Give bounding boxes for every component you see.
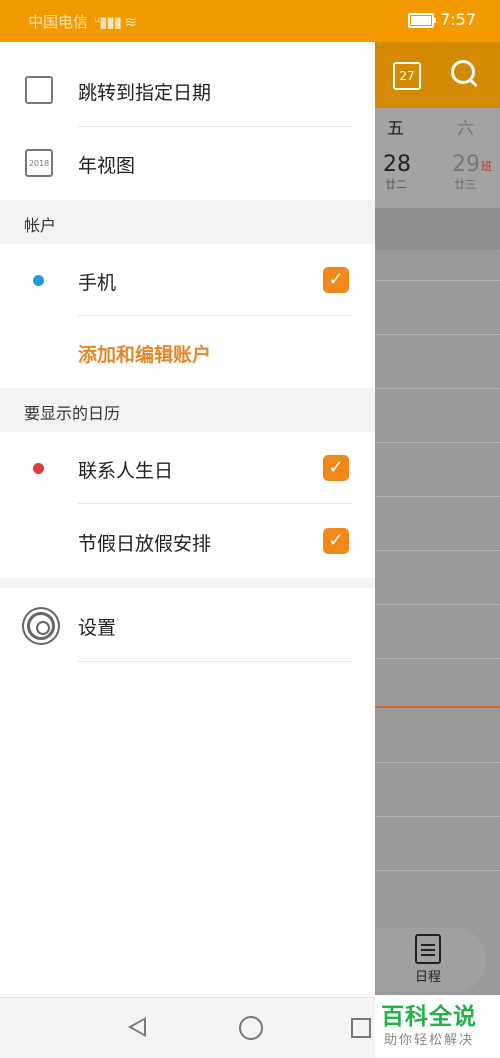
accounts-section-label: 帐户 xyxy=(24,216,57,235)
phone-account-label: 手机 xyxy=(78,272,117,294)
watermark: 百科全说 助你轻松解决 xyxy=(375,995,500,1057)
birthday-color-dot xyxy=(33,463,44,474)
status-right-area: 7:57 xyxy=(408,10,476,29)
jump-to-date-item[interactable]: 跳转到指定日期 xyxy=(0,52,375,126)
lunar-date: 廿三 xyxy=(454,178,476,191)
phone-account-item[interactable]: 手机 ✓ xyxy=(0,244,375,316)
calendars-section-label: 要显示的日历 xyxy=(24,404,121,423)
calendar-background[interactable]: 27 五 六 28 29 廿二 廿三 班 日程 xyxy=(375,42,500,997)
workday-badge: 班 xyxy=(481,160,492,173)
schedule-button[interactable]: 日程 xyxy=(375,928,487,992)
settings-item[interactable]: 设置 xyxy=(0,588,375,660)
lunar-date: 廿二 xyxy=(385,178,407,191)
hour-line xyxy=(375,388,500,389)
hour-line xyxy=(375,604,500,605)
weekday-label: 五 xyxy=(387,119,404,139)
year-view-item[interactable]: 2018 年视图 xyxy=(0,127,375,199)
hour-line xyxy=(375,334,500,335)
calendar-header: 27 xyxy=(375,42,500,108)
calendars-section-header: 要显示的日历 xyxy=(0,388,375,432)
add-edit-accounts-item[interactable]: 添加和编辑账户 xyxy=(0,316,375,388)
week-strip: 五 六 28 29 廿二 廿三 班 xyxy=(375,108,500,208)
hour-line xyxy=(375,550,500,551)
day-number[interactable]: 28 xyxy=(383,152,411,177)
home-icon[interactable] xyxy=(239,1016,263,1040)
hour-line xyxy=(375,762,500,763)
phone-color-dot xyxy=(33,275,44,286)
recent-apps-icon[interactable] xyxy=(351,1018,371,1038)
status-bar: 中国电信 ᵘ▮▮▮ ≋ 7:57 xyxy=(0,0,500,42)
holiday-calendar-label: 节假日放假安排 xyxy=(78,533,212,555)
status-carrier-area: 中国电信 ᵘ▮▮▮ ≋ xyxy=(28,11,137,32)
navigation-drawer: 跳转到指定日期 2018 年视图 帐户 手机 ✓ 添加和编辑账户 要显示的日历 … xyxy=(0,42,375,997)
hour-line xyxy=(375,280,500,281)
watermark-title: 百科全说 xyxy=(381,1004,477,1030)
year-calendar-icon: 2018 xyxy=(25,149,53,177)
status-time: 7:57 xyxy=(440,10,476,29)
carrier-name: 中国电信 xyxy=(28,13,89,31)
phone-checkbox[interactable]: ✓ xyxy=(323,267,349,293)
holiday-checkbox[interactable]: ✓ xyxy=(323,528,349,554)
hour-line xyxy=(375,442,500,443)
birthday-checkbox[interactable]: ✓ xyxy=(323,455,349,481)
section-gap xyxy=(0,578,375,588)
hour-line xyxy=(375,658,500,659)
divider xyxy=(78,661,353,662)
day-number[interactable]: 29 xyxy=(452,152,480,177)
search-icon[interactable] xyxy=(451,60,475,84)
year-view-label: 年视图 xyxy=(78,155,136,177)
accounts-section-header: 帐户 xyxy=(0,200,375,244)
jump-to-date-label: 跳转到指定日期 xyxy=(78,82,212,104)
signal-icon: ᵘ▮▮▮ ≋ xyxy=(94,13,137,31)
birthday-calendar-item[interactable]: 联系人生日 ✓ xyxy=(0,432,375,504)
watermark-subtitle: 助你轻松解决 xyxy=(384,1033,475,1048)
calendar-icon xyxy=(25,76,53,104)
holiday-calendar-item[interactable]: 节假日放假安排 ✓ xyxy=(0,504,375,578)
hour-line xyxy=(375,870,500,871)
schedule-label: 日程 xyxy=(415,970,442,985)
battery-icon xyxy=(408,13,437,28)
schedule-icon xyxy=(415,934,441,964)
today-icon[interactable]: 27 xyxy=(393,62,421,90)
back-icon-inner xyxy=(132,1020,144,1034)
hour-line xyxy=(375,496,500,497)
all-day-band xyxy=(375,208,500,250)
add-edit-accounts-link[interactable]: 添加和编辑账户 xyxy=(78,340,211,367)
birthday-calendar-label: 联系人生日 xyxy=(78,460,174,482)
hour-line xyxy=(375,816,500,817)
weekday-label: 六 xyxy=(457,119,474,139)
current-time-line xyxy=(375,706,500,708)
settings-gear-icon xyxy=(27,612,55,640)
settings-label: 设置 xyxy=(78,617,117,639)
